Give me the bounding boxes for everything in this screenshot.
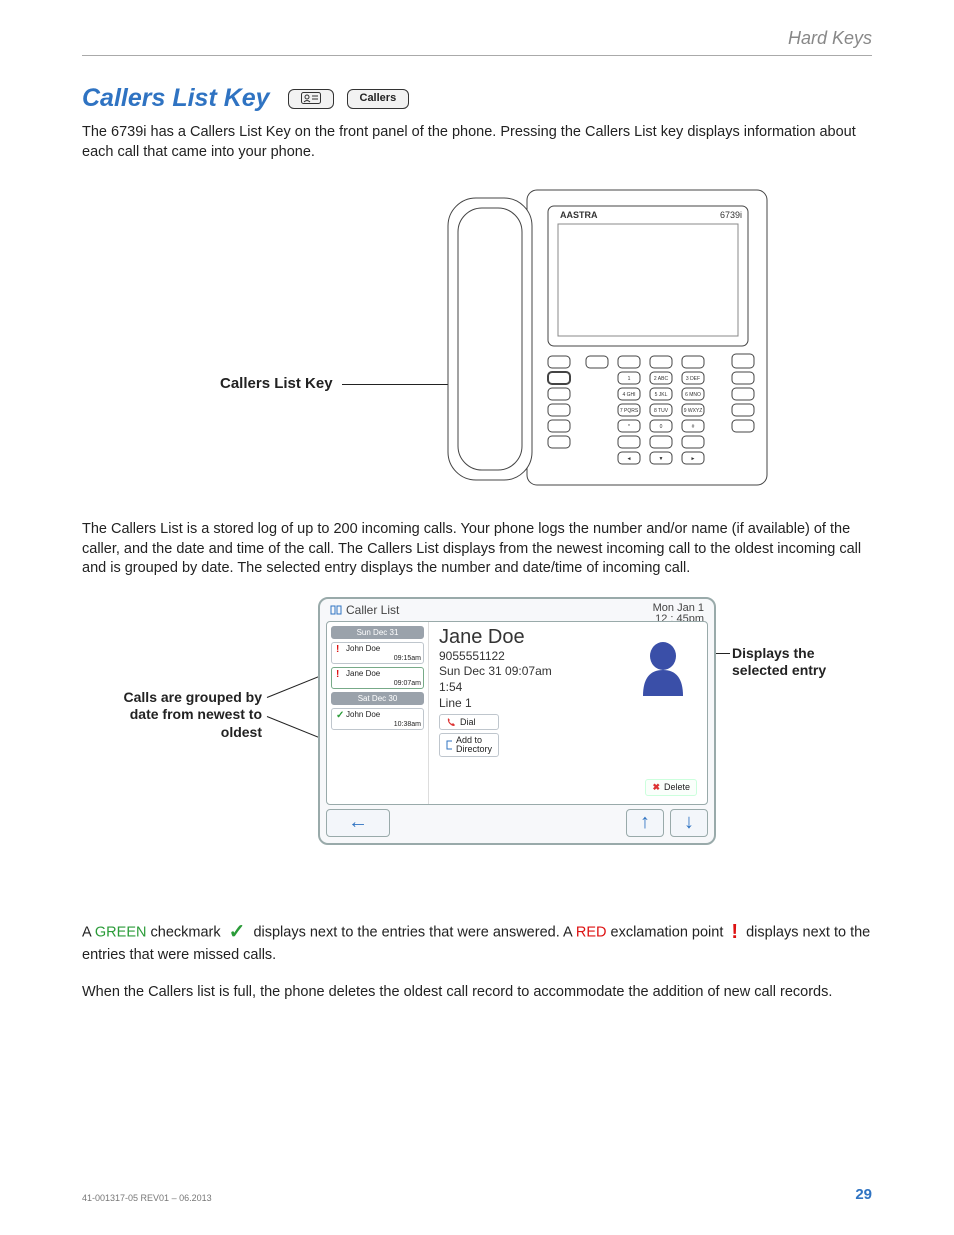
book-icon <box>446 740 452 750</box>
list-item[interactable]: !John Doe 09:15am <box>331 642 424 664</box>
back-button[interactable]: ← <box>326 809 390 837</box>
rule <box>82 55 872 56</box>
call-list: Sun Dec 31 !John Doe 09:15am !Jane Doe 0… <box>327 622 429 804</box>
svg-text:8 TUV: 8 TUV <box>654 408 669 414</box>
detail-line: Line 1 <box>439 696 699 712</box>
phone-icon <box>446 717 456 727</box>
list-item[interactable]: ✓John Doe 10:38am <box>331 708 424 730</box>
answered-icon: ✓ <box>336 711 343 720</box>
caller-name: John Doe <box>346 711 380 719</box>
callout-grouping: Calls are grouped by date from newest to… <box>102 689 262 742</box>
svg-text:7 PQRS: 7 PQRS <box>620 408 639 414</box>
delete-x-icon: ✖ <box>652 782 660 793</box>
add-directory-button[interactable]: Add to Directory <box>439 733 499 757</box>
arrow-left-icon: ← <box>348 811 368 834</box>
doc-id: 41-001317-05 REV01 – 06.2013 <box>82 1193 212 1203</box>
call-time: 10:38am <box>336 721 421 728</box>
final-paragraph: When the Callers list is full, the phone… <box>82 983 872 1003</box>
paragraph-2: The Callers List is a stored log of up t… <box>82 520 872 579</box>
list-item[interactable]: !Jane Doe 09:07am <box>331 667 424 689</box>
svg-text:2 ABC: 2 ABC <box>654 376 669 382</box>
page-title: Callers List Key <box>82 84 270 113</box>
svg-text:*: * <box>628 424 630 430</box>
brand-label: AASTRA <box>560 210 598 220</box>
svg-text:6 MNO: 6 MNO <box>685 392 701 398</box>
call-time: 09:07am <box>336 680 421 687</box>
svg-text:◄: ◄ <box>627 456 632 462</box>
svg-text:▼: ▼ <box>659 456 664 462</box>
missed-icon: ! <box>336 670 343 679</box>
svg-text:#: # <box>692 424 695 430</box>
phone-diagram: Callers List Key AASTRA 6739i <box>82 180 872 500</box>
intro-paragraph: The 6739i has a Callers List Key on the … <box>82 123 872 162</box>
svg-text:9 WXYZ: 9 WXYZ <box>684 408 703 414</box>
date-header: Sat Dec 30 <box>331 692 424 705</box>
arrow-up-icon: ↑ <box>640 811 650 834</box>
model-label: 6739i <box>720 210 742 220</box>
add-label: Add to Directory <box>456 736 492 754</box>
svg-text:3 DEF: 3 DEF <box>686 376 700 382</box>
dial-label: Dial <box>460 717 476 727</box>
detail-pane: Jane Doe 9055551122 Sun Dec 31 09:07am 1… <box>429 622 707 804</box>
delete-button[interactable]: ✖ Delete <box>645 779 697 796</box>
phone-key-label: Callers List Key <box>220 375 333 392</box>
phone-illustration: AASTRA 6739i 12 <box>362 180 772 490</box>
checkmark-icon: ✓ <box>229 919 246 946</box>
delete-label: Delete <box>664 782 690 792</box>
svg-text:►: ► <box>691 456 696 462</box>
callers-key-chip: Callers <box>347 89 410 109</box>
caller-name: Jane Doe <box>346 670 380 678</box>
screen-mock: Caller List Mon Jan 1 12 : 45pm Sun Dec … <box>318 597 716 845</box>
missed-icon: ! <box>336 645 343 654</box>
svg-text:0: 0 <box>660 424 663 430</box>
book-icon <box>330 605 342 615</box>
down-button[interactable]: ↓ <box>670 809 708 837</box>
up-button[interactable]: ↑ <box>626 809 664 837</box>
dial-button[interactable]: Dial <box>439 714 499 730</box>
contact-card-icon <box>301 92 321 104</box>
call-time: 09:15am <box>336 655 421 662</box>
callout-selected: Displays the selected entry <box>732 645 852 680</box>
avatar-icon <box>633 636 693 698</box>
svg-text:1: 1 <box>628 376 631 382</box>
section-header: Hard Keys <box>82 28 872 49</box>
legend-paragraph: A GREEN checkmark ✓ displays next to the… <box>82 919 872 966</box>
date-header: Sun Dec 31 <box>331 626 424 639</box>
arrow-down-icon: ↓ <box>684 811 694 834</box>
exclamation-icon: ! <box>731 919 738 946</box>
svg-text:5 JKL: 5 JKL <box>655 392 668 398</box>
page-number: 29 <box>855 1186 872 1203</box>
icon-key-chip <box>288 89 334 109</box>
caller-name: John Doe <box>346 645 380 653</box>
svg-text:4 GHI: 4 GHI <box>622 392 635 398</box>
screen-title: Caller List <box>346 603 399 617</box>
